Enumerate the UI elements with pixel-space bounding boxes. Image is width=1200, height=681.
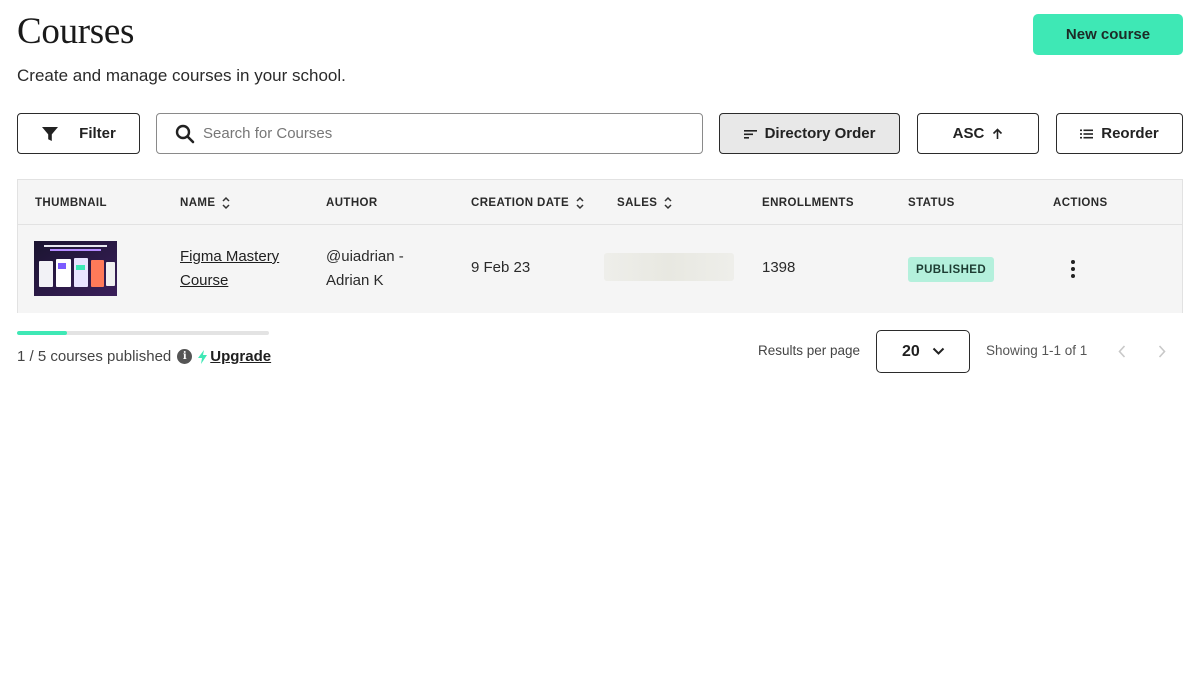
column-header-status: STATUS — [908, 196, 955, 209]
published-info: 1 / 5 courses published i Upgrade — [17, 348, 271, 365]
course-enrollments: 1398 — [762, 259, 796, 276]
table-row: Figma Mastery Course @uiadrian - Adrian … — [18, 225, 1182, 313]
filter-icon — [42, 126, 59, 141]
sort-updown-icon — [576, 196, 584, 209]
sort-direction-label: ASC — [952, 125, 985, 142]
results-per-page-label: Results per page — [758, 343, 861, 358]
arrow-up-icon — [993, 127, 1003, 139]
sort-field-button[interactable]: Directory Order — [719, 113, 900, 154]
published-progress-fill — [17, 331, 68, 335]
sort-lines-icon — [743, 129, 757, 139]
course-name-cell: Figma Mastery Course — [180, 245, 290, 293]
per-page-value: 20 — [902, 342, 920, 360]
sort-direction-button[interactable]: ASC — [917, 113, 1039, 154]
column-header-actions: ACTIONS — [1053, 196, 1108, 209]
lightning-icon — [198, 349, 208, 364]
sort-updown-icon — [664, 196, 672, 209]
chevron-down-icon — [932, 347, 945, 355]
results-per-page-select[interactable]: 20 — [876, 330, 970, 373]
kebab-menu-icon[interactable] — [1064, 257, 1082, 281]
column-header-sales[interactable]: SALES — [617, 180, 673, 225]
column-header-creation-date[interactable]: CREATION DATE — [471, 180, 585, 225]
published-progress-bar — [17, 331, 269, 335]
previous-page-button[interactable] — [1112, 341, 1132, 361]
info-icon[interactable]: i — [177, 349, 193, 364]
upgrade-link[interactable]: Upgrade — [198, 348, 271, 365]
course-author-cell: @uiadrian - Adrian K — [326, 248, 404, 289]
pagination-showing-text: Showing 1-1 of 1 — [986, 343, 1088, 358]
list-icon — [1080, 129, 1094, 138]
new-course-button[interactable]: New course — [1033, 14, 1183, 55]
page-subtitle: Create and manage courses in your school… — [17, 66, 346, 85]
search-input[interactable] — [203, 125, 683, 142]
search-icon — [175, 124, 195, 143]
column-header-enrollments: ENROLLMENTS — [762, 196, 854, 209]
course-name-link[interactable]: Figma Mastery Course — [180, 245, 290, 293]
reorder-button[interactable]: Reorder — [1056, 113, 1183, 154]
sort-updown-icon — [222, 196, 230, 209]
thumbnail-image — [34, 241, 117, 296]
course-creation-date: 9 Feb 23 — [471, 259, 531, 276]
next-page-button[interactable] — [1152, 341, 1172, 361]
status-badge: PUBLISHED — [908, 257, 995, 282]
filter-button-label: Filter — [79, 125, 116, 142]
published-count-text: 1 / 5 courses published — [17, 348, 172, 365]
column-header-author: AUTHOR — [326, 196, 378, 209]
table-header: THUMBNAIL NAME AUTHOR CREATION DATE SALE… — [18, 180, 1182, 225]
sales-value-blurred — [604, 253, 734, 281]
page-title: Courses — [17, 11, 135, 52]
column-header-thumbnail: THUMBNAIL — [35, 196, 107, 209]
course-thumbnail[interactable] — [34, 241, 117, 296]
filter-button[interactable]: Filter — [17, 113, 140, 154]
sort-field-label: Directory Order — [764, 125, 876, 142]
column-header-name[interactable]: NAME — [180, 180, 231, 225]
search-box — [156, 113, 703, 154]
courses-table: THUMBNAIL NAME AUTHOR CREATION DATE SALE… — [17, 179, 1183, 313]
reorder-button-label: Reorder — [1101, 125, 1159, 142]
chevron-left-icon — [1118, 344, 1126, 358]
chevron-right-icon — [1158, 344, 1166, 358]
